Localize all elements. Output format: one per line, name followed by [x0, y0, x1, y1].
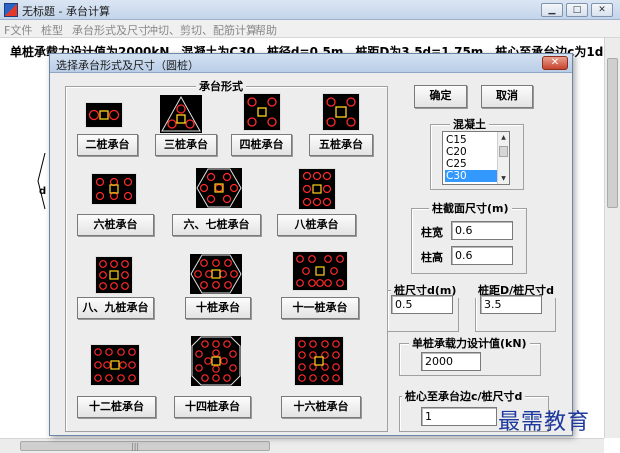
minimize-button[interactable]: ▁ — [541, 3, 563, 17]
four-pile-cap-icon — [243, 93, 281, 131]
concrete-grade-list[interactable]: C15 C20 C25 C30 ▲ ▼ — [442, 131, 510, 185]
concrete-list-scrollbar[interactable]: ▲ ▼ — [497, 132, 509, 184]
eleven-pile-cap-button[interactable]: 十一桩承台 — [281, 297, 359, 319]
edge-distance-group-title: 桩心至承台边c/桩尺寸d — [402, 388, 526, 404]
six-seven-pile-cap-button[interactable]: 六、七桩承台 — [172, 214, 261, 236]
dialog-titlebar: 选择承台形式及尺寸（圆桩） ✕ — [50, 54, 572, 73]
dialog-title: 选择承台形式及尺寸（圆桩） — [56, 59, 199, 72]
ten-pile-cap-icon — [190, 254, 242, 294]
eleven-pile-cap-icon — [292, 251, 348, 291]
menu-help[interactable]: 帮助 — [255, 22, 277, 38]
fourteen-pile-cap-icon — [191, 336, 241, 386]
menubar: F文件 桩型 承台形式及尺寸 冲切、剪切、配筋计算 帮助 — [0, 20, 620, 38]
concrete-option-c20[interactable]: C20 — [445, 146, 497, 158]
ten-pile-cap-button[interactable]: 十桩承台 — [185, 297, 251, 319]
scroll-grip-icon: ||| — [131, 442, 140, 451]
sixteen-pile-cap-icon — [294, 336, 344, 386]
concrete-group-title: 混凝土 — [450, 116, 489, 132]
column-section-group-title: 柱截面尺寸(m) — [429, 200, 512, 216]
maximize-button[interactable]: □ — [566, 3, 588, 17]
two-pile-cap-icon — [85, 102, 123, 128]
cancel-button[interactable]: 取消 — [481, 85, 533, 108]
three-pile-cap-icon — [160, 95, 202, 133]
concrete-option-c25[interactable]: C25 — [445, 158, 497, 170]
bearing-capacity-group-title: 单桩承载力设计值(kN) — [409, 335, 530, 351]
ok-button[interactable]: 确定 — [414, 85, 467, 108]
cap-form-group-title: 承台形式 — [196, 78, 246, 94]
cap-selection-dialog: 选择承台形式及尺寸（圆桩） ✕ 承台形式 二桩承台 三桩承台 四桩承台 五桩承台 — [49, 53, 573, 436]
menu-pile-type[interactable]: 桩型 — [41, 22, 63, 38]
scroll-down-arrow-icon[interactable]: ▼ — [498, 173, 509, 184]
fourteen-pile-cap-button[interactable]: 十四桩承台 — [174, 396, 251, 418]
eight-nine-pile-cap-button[interactable]: 八、九桩承台 — [77, 297, 154, 319]
pile-spacing-input[interactable]: 3.5 — [480, 295, 542, 314]
six-seven-pile-cap-icon — [196, 168, 242, 208]
six-pile-cap-button[interactable]: 六桩承台 — [77, 214, 154, 236]
horizontal-scrollbar[interactable]: ||| — [0, 438, 604, 453]
six-pile-cap-icon — [91, 173, 137, 205]
app-icon — [4, 3, 18, 17]
sixteen-pile-cap-button[interactable]: 十六桩承台 — [281, 396, 361, 418]
five-pile-cap-button[interactable]: 五桩承台 — [309, 134, 373, 156]
close-button[interactable]: ✕ — [591, 3, 613, 17]
three-pile-cap-button[interactable]: 三桩承台 — [155, 134, 217, 156]
column-height-label: 柱高 — [421, 251, 443, 264]
watermark-logo: 最需教育 — [498, 410, 591, 435]
twelve-pile-cap-icon — [90, 344, 140, 386]
window-title: 无标题 - 承台计算 — [22, 5, 110, 18]
two-pile-cap-button[interactable]: 二桩承台 — [77, 134, 138, 156]
eight-pile-cap-button[interactable]: 八桩承台 — [277, 214, 356, 236]
concrete-option-c15[interactable]: C15 — [445, 134, 497, 146]
edge-distance-input[interactable]: 1 — [421, 407, 497, 426]
vertical-scrollbar[interactable] — [604, 38, 620, 438]
concrete-option-c30[interactable]: C30 — [445, 170, 497, 182]
column-height-input[interactable]: 0.6 — [451, 246, 513, 265]
eight-nine-pile-cap-icon — [95, 256, 133, 294]
menu-file[interactable]: F文件 — [4, 22, 32, 38]
pile-size-input[interactable]: 0.5 — [391, 295, 453, 314]
four-pile-cap-button[interactable]: 四桩承台 — [231, 134, 292, 156]
column-width-label: 柱宽 — [421, 226, 443, 239]
concrete-list-scroll-thumb[interactable] — [499, 146, 508, 157]
vertical-scroll-thumb[interactable] — [607, 58, 618, 208]
eight-pile-cap-icon — [298, 168, 336, 210]
five-pile-cap-icon — [322, 93, 360, 131]
main-titlebar: 无标题 - 承台计算 ▁ □ ✕ — [0, 0, 620, 20]
bearing-capacity-input[interactable]: 2000 — [421, 352, 481, 371]
menu-cap-form[interactable]: 承台形式及尺寸 — [72, 22, 149, 38]
column-width-input[interactable]: 0.6 — [451, 221, 513, 240]
drawing-label: d — [39, 186, 47, 197]
horizontal-scroll-thumb[interactable]: ||| — [20, 441, 270, 451]
scroll-up-arrow-icon[interactable]: ▲ — [498, 132, 509, 143]
drawing-fragment — [37, 153, 46, 210]
twelve-pile-cap-button[interactable]: 十二桩承台 — [77, 396, 156, 418]
dialog-close-button[interactable]: ✕ — [542, 56, 568, 70]
menu-calculation[interactable]: 冲切、剪切、配筋计算 — [147, 22, 257, 38]
